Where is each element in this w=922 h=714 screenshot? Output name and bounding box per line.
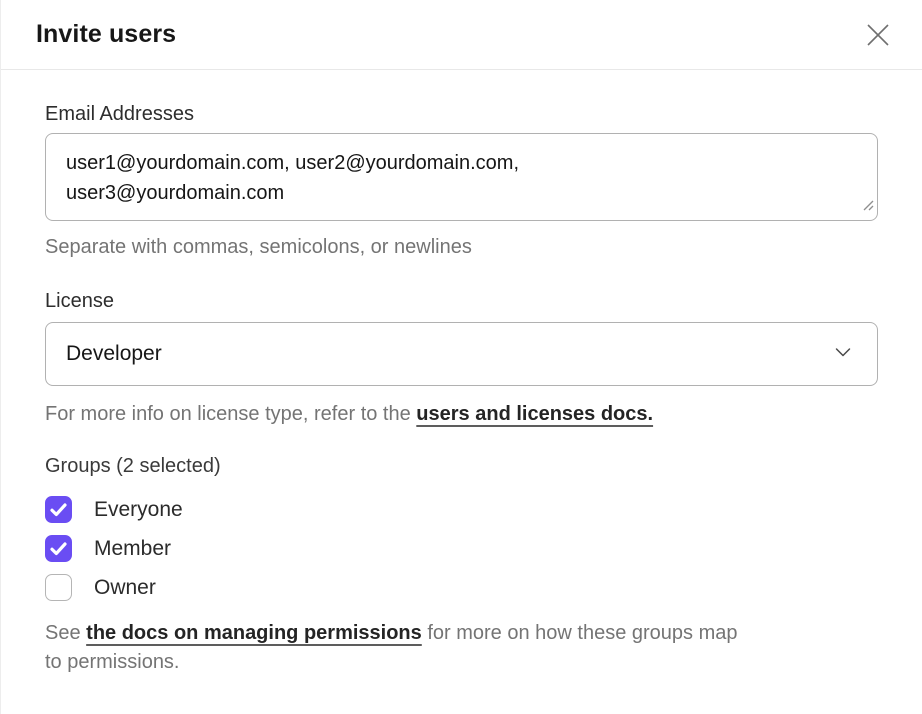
email-addresses-label: Email Addresses <box>45 102 878 126</box>
checkbox-row-member[interactable]: Member <box>45 529 878 568</box>
invite-users-modal: Invite users Email Addresses user1@yourd… <box>0 0 922 714</box>
checkbox-label-everyone: Everyone <box>94 498 183 522</box>
license-selected-value: Developer <box>66 342 162 366</box>
groups-helper-line2: to permissions. <box>45 648 878 677</box>
close-icon <box>865 22 891 48</box>
modal-body: Email Addresses user1@yourdomain.com, us… <box>1 102 922 677</box>
license-label: License <box>45 289 878 313</box>
managing-permissions-docs-link[interactable]: the docs on managing permissions <box>86 622 422 644</box>
groups-helper-suffix: for more on how these groups map <box>422 622 738 644</box>
checkbox-label-member: Member <box>94 537 171 561</box>
checkbox-everyone[interactable] <box>45 496 72 523</box>
groups-helper-text: See the docs on managing permissions for… <box>45 619 878 677</box>
email-addresses-input[interactable]: user1@yourdomain.com, user2@yourdomain.c… <box>45 133 878 221</box>
users-licenses-docs-link[interactable]: users and licenses docs. <box>416 403 653 425</box>
email-helper-text: Separate with commas, semicolons, or new… <box>45 234 878 260</box>
chevron-down-icon <box>835 345 851 363</box>
checkbox-label-owner: Owner <box>94 576 156 600</box>
close-button[interactable] <box>858 15 898 55</box>
checkbox-row-everyone[interactable]: Everyone <box>45 490 878 529</box>
groups-helper-prefix: See <box>45 622 86 644</box>
checkbox-member[interactable] <box>45 535 72 562</box>
license-helper-prefix: For more info on license type, refer to … <box>45 403 416 425</box>
email-textarea-wrap: user1@yourdomain.com, user2@yourdomain.c… <box>45 133 878 221</box>
license-helper-text: For more info on license type, refer to … <box>45 401 878 427</box>
groups-label: Groups (2 selected) <box>45 454 878 478</box>
checkbox-row-owner[interactable]: Owner <box>45 568 878 607</box>
modal-header: Invite users <box>1 0 922 70</box>
license-select[interactable]: Developer <box>45 322 878 386</box>
groups-checkbox-group: Everyone Member Owner <box>45 490 878 607</box>
modal-title: Invite users <box>36 20 176 49</box>
checkbox-owner[interactable] <box>45 574 72 601</box>
